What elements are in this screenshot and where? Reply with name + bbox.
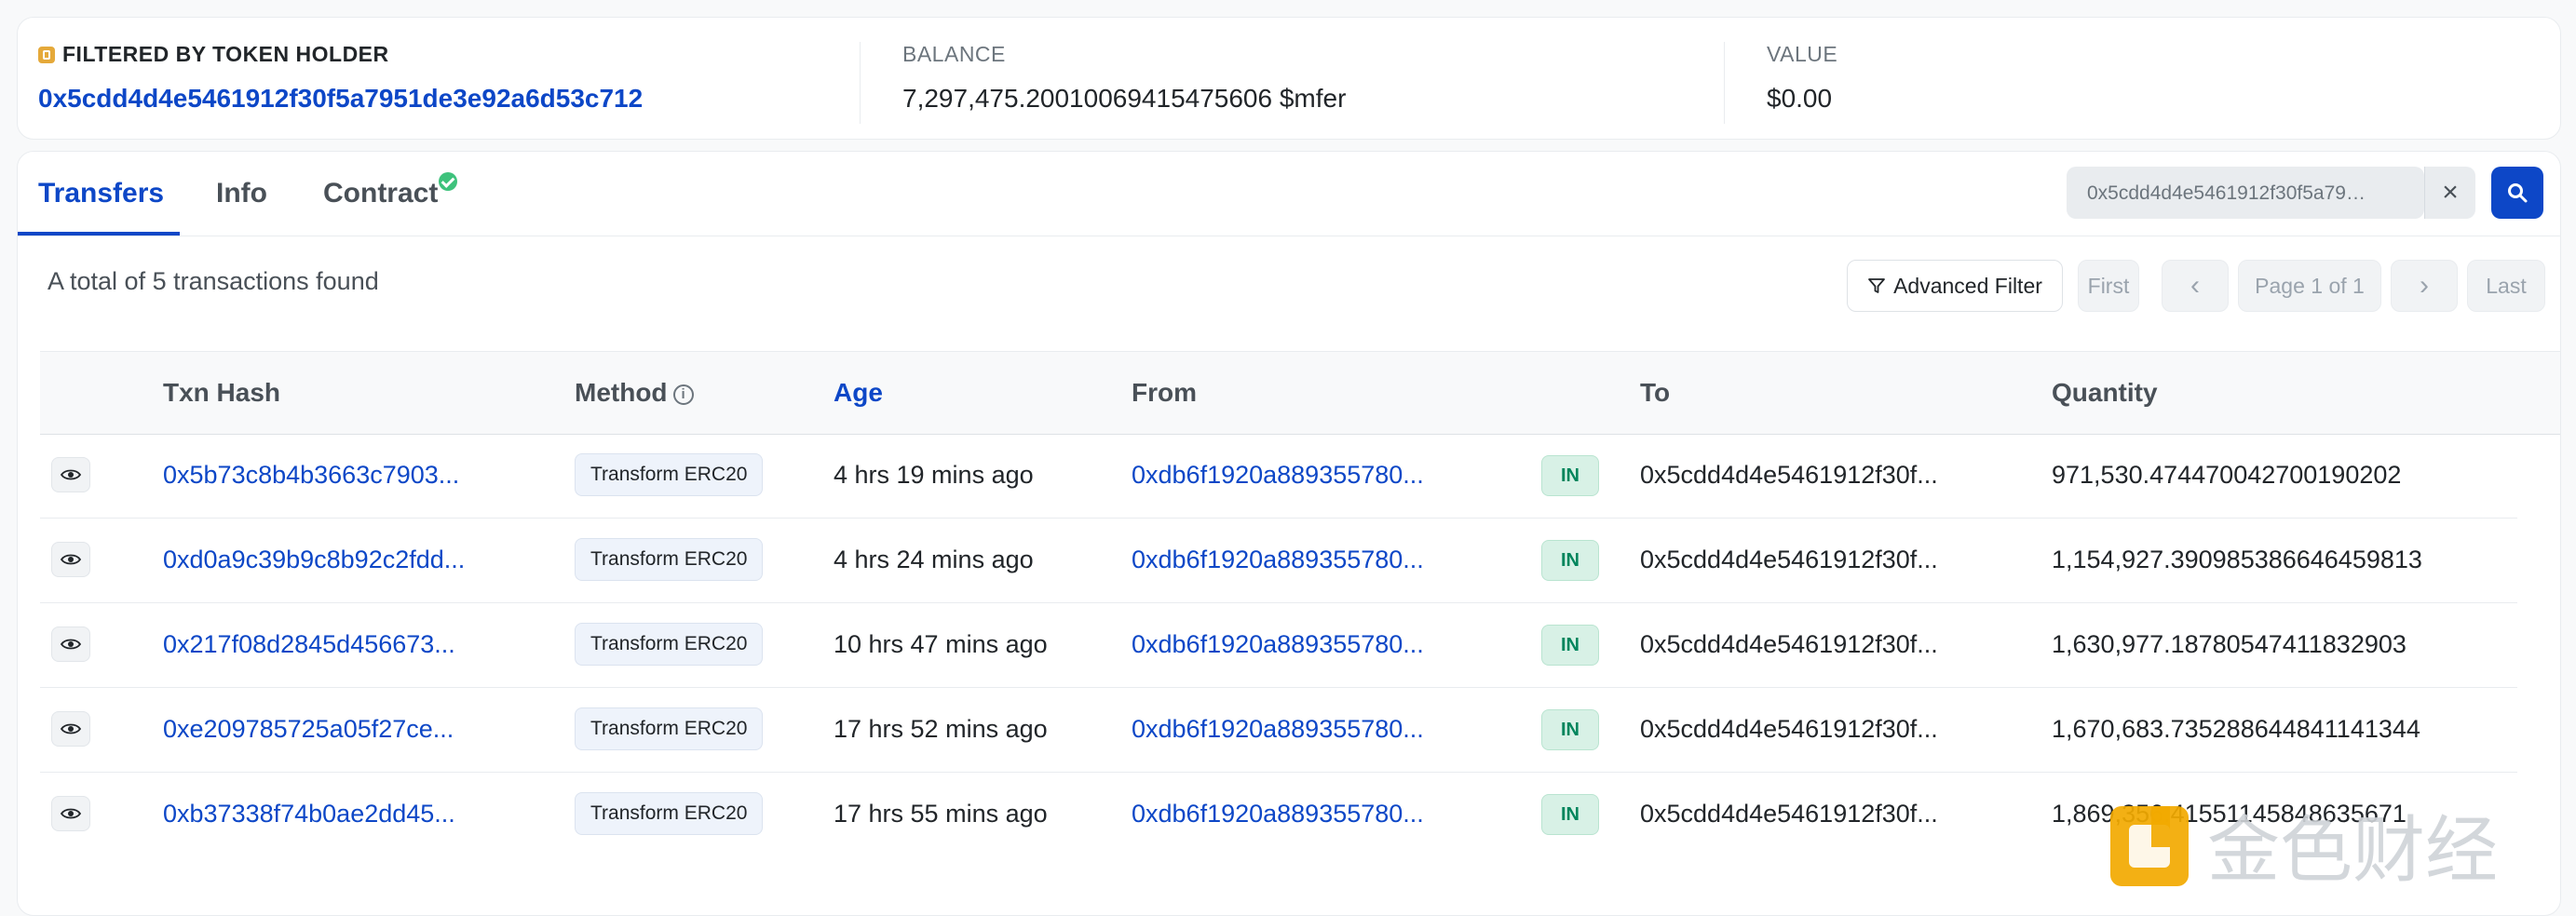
direction-badge: IN <box>1541 540 1599 581</box>
method-badge: Transform ERC20 <box>575 623 764 666</box>
age-text: 4 hrs 24 mins ago <box>834 546 1034 573</box>
advanced-filter-label: Advanced Filter <box>1893 273 2042 298</box>
direction-badge: IN <box>1541 794 1599 835</box>
clear-search-button[interactable]: × <box>2424 167 2475 219</box>
col-txn-hash: Txn Hash <box>163 378 281 407</box>
jinse-logo-icon: 金色财经 <box>2110 806 2498 893</box>
search-button[interactable] <box>2491 167 2543 219</box>
from-address-link[interactable]: 0xdb6f1920a889355780... <box>1132 461 1424 490</box>
txn-hash-link[interactable]: 0xd0a9c39b9c8b92c2fdd... <box>163 546 465 574</box>
eye-icon[interactable] <box>51 796 90 831</box>
advanced-filter-button[interactable]: Advanced Filter <box>1847 260 2063 312</box>
direction-badge: IN <box>1541 455 1599 496</box>
table-row: 0xd0a9c39b9c8b92c2fdd... Transform ERC20… <box>40 518 2517 603</box>
value-label: VALUE <box>1767 42 1838 66</box>
to-address: 0x5cdd4d4e5461912f30f... <box>1640 461 1938 489</box>
to-address: 0x5cdd4d4e5461912f30f... <box>1640 715 1938 743</box>
tab-info[interactable]: Info <box>216 178 267 209</box>
to-address: 0x5cdd4d4e5461912f30f... <box>1640 630 1938 658</box>
to-address: 0x5cdd4d4e5461912f30f... <box>1640 546 1938 573</box>
first-page-button[interactable]: First <box>2078 260 2139 312</box>
col-method-label: Method <box>575 378 668 407</box>
txn-hash-link[interactable]: 0xe209785725a05f27ce... <box>163 715 454 744</box>
holder-column: FILTERED BY TOKEN HOLDER 0x5cdd4d4e54619… <box>38 42 643 114</box>
eye-icon[interactable] <box>51 542 90 577</box>
tab-bar: Transfers Info Contract 0x5cdd4d4e546191… <box>18 152 2560 236</box>
close-icon: × <box>2442 177 2459 208</box>
col-method: Method i <box>575 378 694 408</box>
quantity-value: 971,530.474470042700190202 <box>2052 461 2402 489</box>
active-tab-indicator <box>18 232 180 236</box>
tab-transfers[interactable]: Transfers <box>38 178 164 209</box>
to-address: 0x5cdd4d4e5461912f30f... <box>1640 800 1938 828</box>
svg-text:金色财经: 金色财经 <box>2207 809 2498 893</box>
age-text: 10 hrs 47 mins ago <box>834 630 1048 658</box>
balance-column: BALANCE 7,297,475.20010069415475606 $mfe… <box>902 42 1346 114</box>
page-indicator: Page 1 of 1 <box>2238 260 2381 312</box>
age-text: 4 hrs 19 mins ago <box>834 461 1034 489</box>
search-input[interactable]: 0x5cdd4d4e5461912f30f5a7951de3e92a6d53c7… <box>2067 167 2424 219</box>
quantity-value: 1,154,927.390985386646459813 <box>2052 546 2422 573</box>
value-column: VALUE $0.00 <box>1767 42 1837 114</box>
method-badge: Transform ERC20 <box>575 538 764 581</box>
txn-hash-link[interactable]: 0x217f08d2845d456673... <box>163 630 455 659</box>
eye-icon[interactable] <box>51 711 90 747</box>
holder-label: FILTERED BY TOKEN HOLDER <box>62 42 389 66</box>
table-row: 0x5b73c8b4b3663c7903... Transform ERC20 … <box>40 433 2517 519</box>
method-badge: Transform ERC20 <box>575 453 764 496</box>
eye-icon[interactable] <box>51 626 90 662</box>
txn-hash-link[interactable]: 0x5b73c8b4b3663c7903... <box>163 461 459 490</box>
search-icon <box>2508 183 2528 203</box>
direction-badge: IN <box>1541 709 1599 750</box>
prev-page-button[interactable]: ‹ <box>2162 260 2229 312</box>
filter-icon <box>1868 278 1885 293</box>
info-icon[interactable]: i <box>672 384 694 405</box>
tab-contract[interactable]: Contract <box>323 178 438 209</box>
table-header: Txn Hash Method i Age From To Quantity <box>40 351 2560 435</box>
divider <box>860 42 861 124</box>
total-count-text: A total of 5 transactions found <box>47 267 379 295</box>
quantity-value: 1,670,683.735288644841141344 <box>2052 715 2420 743</box>
direction-badge: IN <box>1541 625 1599 666</box>
age-text: 17 hrs 55 mins ago <box>834 800 1048 828</box>
from-address-link[interactable]: 0xdb6f1920a889355780... <box>1132 715 1424 744</box>
wallet-icon <box>38 46 55 63</box>
balance-label: BALANCE <box>902 42 1006 66</box>
col-age[interactable]: Age <box>834 378 883 408</box>
method-badge: Transform ERC20 <box>575 707 764 750</box>
from-address-link[interactable]: 0xdb6f1920a889355780... <box>1132 546 1424 574</box>
balance-value: 7,297,475.20010069415475606 $mfer <box>902 84 1347 113</box>
divider <box>1724 42 1725 124</box>
holder-address-link[interactable]: 0x5cdd4d4e5461912f30f5a7951de3e92a6d53c7… <box>38 84 643 114</box>
last-page-button[interactable]: Last <box>2467 260 2545 312</box>
from-address-link[interactable]: 0xdb6f1920a889355780... <box>1132 800 1424 828</box>
eye-icon[interactable] <box>51 457 90 492</box>
table-row: 0x217f08d2845d456673... Transform ERC20 … <box>40 602 2517 688</box>
search-input-value: 0x5cdd4d4e5461912f30f5a7951de3e92a6d53c7… <box>2087 182 2366 204</box>
col-to: To <box>1640 378 1671 407</box>
age-text: 17 hrs 52 mins ago <box>834 715 1048 743</box>
method-badge: Transform ERC20 <box>575 792 764 835</box>
table-row: 0xe209785725a05f27ce... Transform ERC20 … <box>40 687 2517 773</box>
col-quantity: Quantity <box>2052 378 2158 407</box>
quantity-value: 1,630,977.18780547411832903 <box>2052 630 2407 658</box>
value-amount: $0.00 <box>1767 84 1833 113</box>
watermark-logo: 金色财经 <box>2105 801 2570 894</box>
col-from: From <box>1132 378 1197 407</box>
from-address-link[interactable]: 0xdb6f1920a889355780... <box>1132 630 1424 659</box>
verified-check-icon <box>439 172 457 191</box>
token-holder-summary: FILTERED BY TOKEN HOLDER 0x5cdd4d4e54619… <box>17 17 2561 140</box>
next-page-button[interactable]: › <box>2391 260 2458 312</box>
txn-hash-link[interactable]: 0xb37338f74b0ae2dd45... <box>163 800 455 828</box>
